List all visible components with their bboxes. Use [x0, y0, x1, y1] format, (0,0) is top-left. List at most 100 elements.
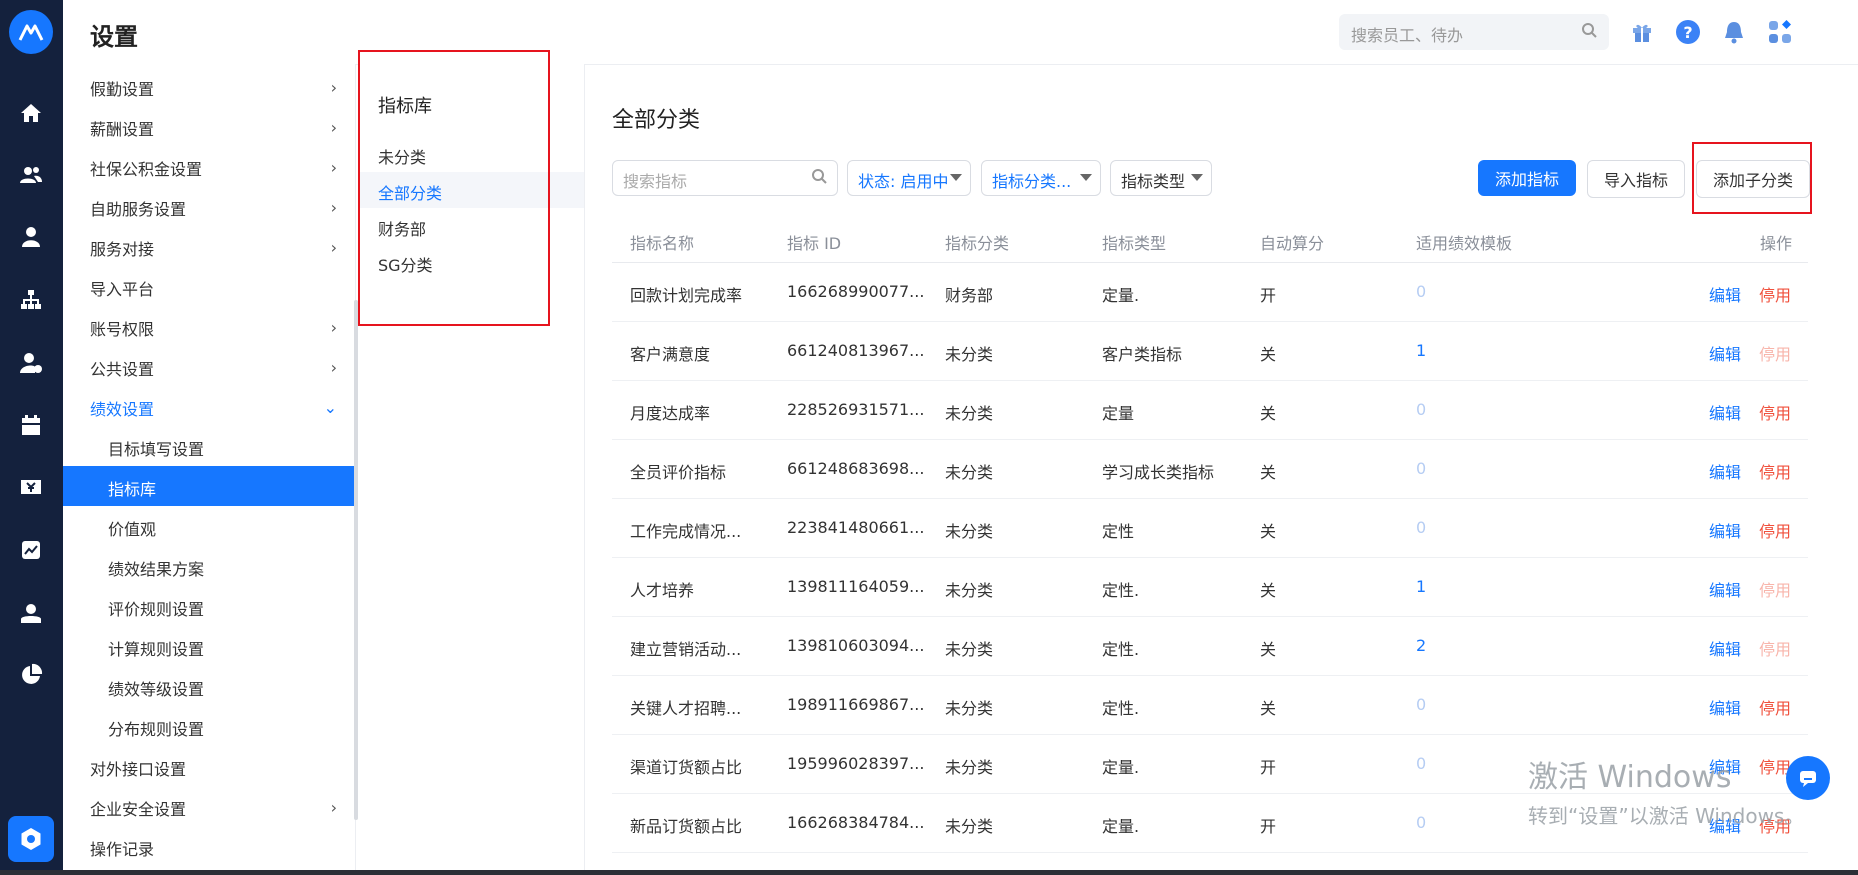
menu-item-distribution-rules[interactable]: 分布规则设置 — [63, 706, 355, 746]
menu-item-grade-settings[interactable]: 绩效等级设置 — [63, 666, 355, 706]
edit-link[interactable]: 编辑 — [1709, 695, 1741, 719]
edit-link[interactable]: 编辑 — [1709, 577, 1741, 601]
chart-icon[interactable] — [16, 535, 46, 565]
cell-auto-score: 关 — [1260, 345, 1277, 364]
svg-text:?: ? — [1683, 23, 1692, 42]
cell-type: 定性. — [1102, 699, 1140, 718]
settings-menu: 假勤设置 › 薪酬设置 › 社保公积金设置 › 自助服务设置 › 服务对接 › 导入平台 … — [63, 64, 356, 875]
indicator-search-input[interactable]: 搜索指标 — [612, 160, 838, 196]
cell-template-count[interactable]: 0 — [1416, 400, 1426, 419]
caret-down-icon — [950, 174, 962, 181]
menu-item-salary[interactable]: 薪酬设置 › — [63, 106, 355, 146]
category-filter-label: 指标分类... — [992, 172, 1072, 191]
column-header-type: 指标类型 — [1102, 234, 1167, 253]
edit-link[interactable]: 编辑 — [1709, 636, 1741, 660]
menu-item-indicator-library[interactable]: 指标库 — [63, 466, 355, 506]
menu-item-evaluation-rules[interactable]: 评价规则设置 — [63, 586, 355, 626]
cell-template-count[interactable]: 0 — [1416, 459, 1426, 478]
cell-id: 228526931571... — [787, 400, 925, 419]
gift-icon[interactable] — [1628, 18, 1656, 46]
disable-link[interactable]: 停用 — [1759, 636, 1791, 660]
apps-icon[interactable] — [1766, 18, 1794, 46]
menu-item-service-integration[interactable]: 服务对接 › — [63, 226, 355, 266]
disable-link[interactable]: 停用 — [1759, 341, 1791, 365]
menu-item-social-security[interactable]: 社保公积金设置 › — [63, 146, 355, 186]
menu-item-result-plan[interactable]: 绩效结果方案 — [63, 546, 355, 586]
menu-item-label: 绩效等级设置 — [108, 680, 205, 699]
menu-item-label: 公共设置 — [90, 360, 155, 379]
menu-item-account-permissions[interactable]: 账号权限 › — [63, 306, 355, 346]
cell-template-count[interactable]: 1 — [1416, 341, 1426, 360]
edit-link[interactable]: 编辑 — [1709, 459, 1741, 483]
cell-template-count[interactable]: 2 — [1416, 636, 1426, 655]
chat-icon[interactable] — [1786, 756, 1830, 800]
pie-chart-icon[interactable] — [16, 660, 46, 690]
cell-template-count[interactable]: 0 — [1416, 695, 1426, 714]
cell-template-count[interactable]: 1 — [1416, 577, 1426, 596]
menu-item-public-settings[interactable]: 公共设置 › — [63, 346, 355, 386]
cell-auto-score: 开 — [1260, 758, 1277, 777]
menu-item-performance[interactable]: 绩效设置 ⌄ — [63, 386, 355, 426]
person-add-icon[interactable] — [16, 348, 46, 378]
status-filter-dropdown[interactable]: 状态: 启用中 — [847, 160, 971, 196]
cell-name: 工作完成情况... — [630, 522, 742, 541]
menu-item-values[interactable]: 价值观 — [63, 506, 355, 546]
cell-category: 未分类 — [945, 345, 994, 364]
disable-link[interactable]: 停用 — [1759, 459, 1791, 483]
menu-item-label: 账号权限 — [90, 320, 155, 339]
category-filter-dropdown[interactable]: 指标分类... — [981, 160, 1101, 196]
menu-item-operation-log[interactable]: 操作记录 — [63, 826, 355, 866]
cell-template-count[interactable]: 0 — [1416, 518, 1426, 537]
app-logo-icon[interactable] — [9, 10, 53, 54]
menu-item-goal-settings[interactable]: 目标填写设置 — [63, 426, 355, 466]
status-filter-label: 状态: 启用中 — [858, 172, 949, 191]
global-search-input[interactable]: 搜索员工、待办 — [1339, 14, 1609, 50]
edit-link[interactable]: 编辑 — [1709, 341, 1741, 365]
help-icon[interactable]: ? — [1674, 18, 1702, 46]
type-filter-dropdown[interactable]: 指标类型 — [1110, 160, 1212, 196]
chevron-right-icon: › — [330, 238, 337, 257]
money-icon[interactable] — [16, 472, 46, 502]
menu-item-calculation-rules[interactable]: 计算规则设置 — [63, 626, 355, 666]
org-chart-icon[interactable] — [16, 285, 46, 315]
chevron-right-icon: › — [330, 198, 337, 217]
edit-link[interactable]: 编辑 — [1709, 282, 1741, 306]
menu-item-self-service[interactable]: 自助服务设置 › — [63, 186, 355, 226]
disable-link[interactable]: 停用 — [1759, 577, 1791, 601]
cell-template-count[interactable]: 0 — [1416, 282, 1426, 301]
watermark-line2: 转到“设置”以激活 Windows。 — [1528, 804, 1805, 828]
add-indicator-button[interactable]: 添加指标 — [1478, 160, 1576, 196]
column-header-auto-score: 自动算分 — [1260, 234, 1325, 253]
home-icon[interactable] — [16, 98, 46, 128]
settings-icon[interactable] — [8, 816, 54, 862]
search-icon — [1581, 22, 1597, 42]
menu-item-leave[interactable]: 假勤设置 › — [63, 66, 355, 106]
menu-item-external-api[interactable]: 对外接口设置 — [63, 746, 355, 786]
menu-item-label: 导入平台 — [90, 280, 155, 299]
caret-down-icon — [1080, 174, 1092, 181]
cell-template-count[interactable]: 0 — [1416, 754, 1426, 773]
bell-icon[interactable] — [1720, 18, 1748, 46]
cell-id: 223841480661... — [787, 518, 925, 537]
person-icon[interactable] — [16, 222, 46, 252]
menu-item-import-platform[interactable]: 导入平台 — [63, 266, 355, 306]
type-filter-label: 指标类型 — [1121, 172, 1186, 191]
calendar-icon[interactable] — [16, 410, 46, 440]
disable-link[interactable]: 停用 — [1759, 518, 1791, 542]
disable-link[interactable]: 停用 — [1759, 695, 1791, 719]
cell-template-count[interactable]: 0 — [1416, 813, 1426, 832]
cell-name: 月度达成率 — [630, 404, 711, 423]
cell-category: 未分类 — [945, 522, 994, 541]
users-icon[interactable] — [16, 160, 46, 190]
disable-link[interactable]: 停用 — [1759, 282, 1791, 306]
cell-name: 关键人才招聘... — [630, 699, 742, 718]
table-row: 关键人才招聘... 198911669867... 未分类 定性. 关 0 编辑… — [612, 676, 1808, 735]
person-card-icon[interactable] — [16, 598, 46, 628]
cell-category: 未分类 — [945, 640, 994, 659]
menu-item-security[interactable]: 企业安全设置 › — [63, 786, 355, 826]
edit-link[interactable]: 编辑 — [1709, 518, 1741, 542]
edit-link[interactable]: 编辑 — [1709, 400, 1741, 424]
disable-link[interactable]: 停用 — [1759, 400, 1791, 424]
menu-item-label: 薪酬设置 — [90, 120, 155, 139]
import-indicator-button[interactable]: 导入指标 — [1587, 160, 1685, 198]
